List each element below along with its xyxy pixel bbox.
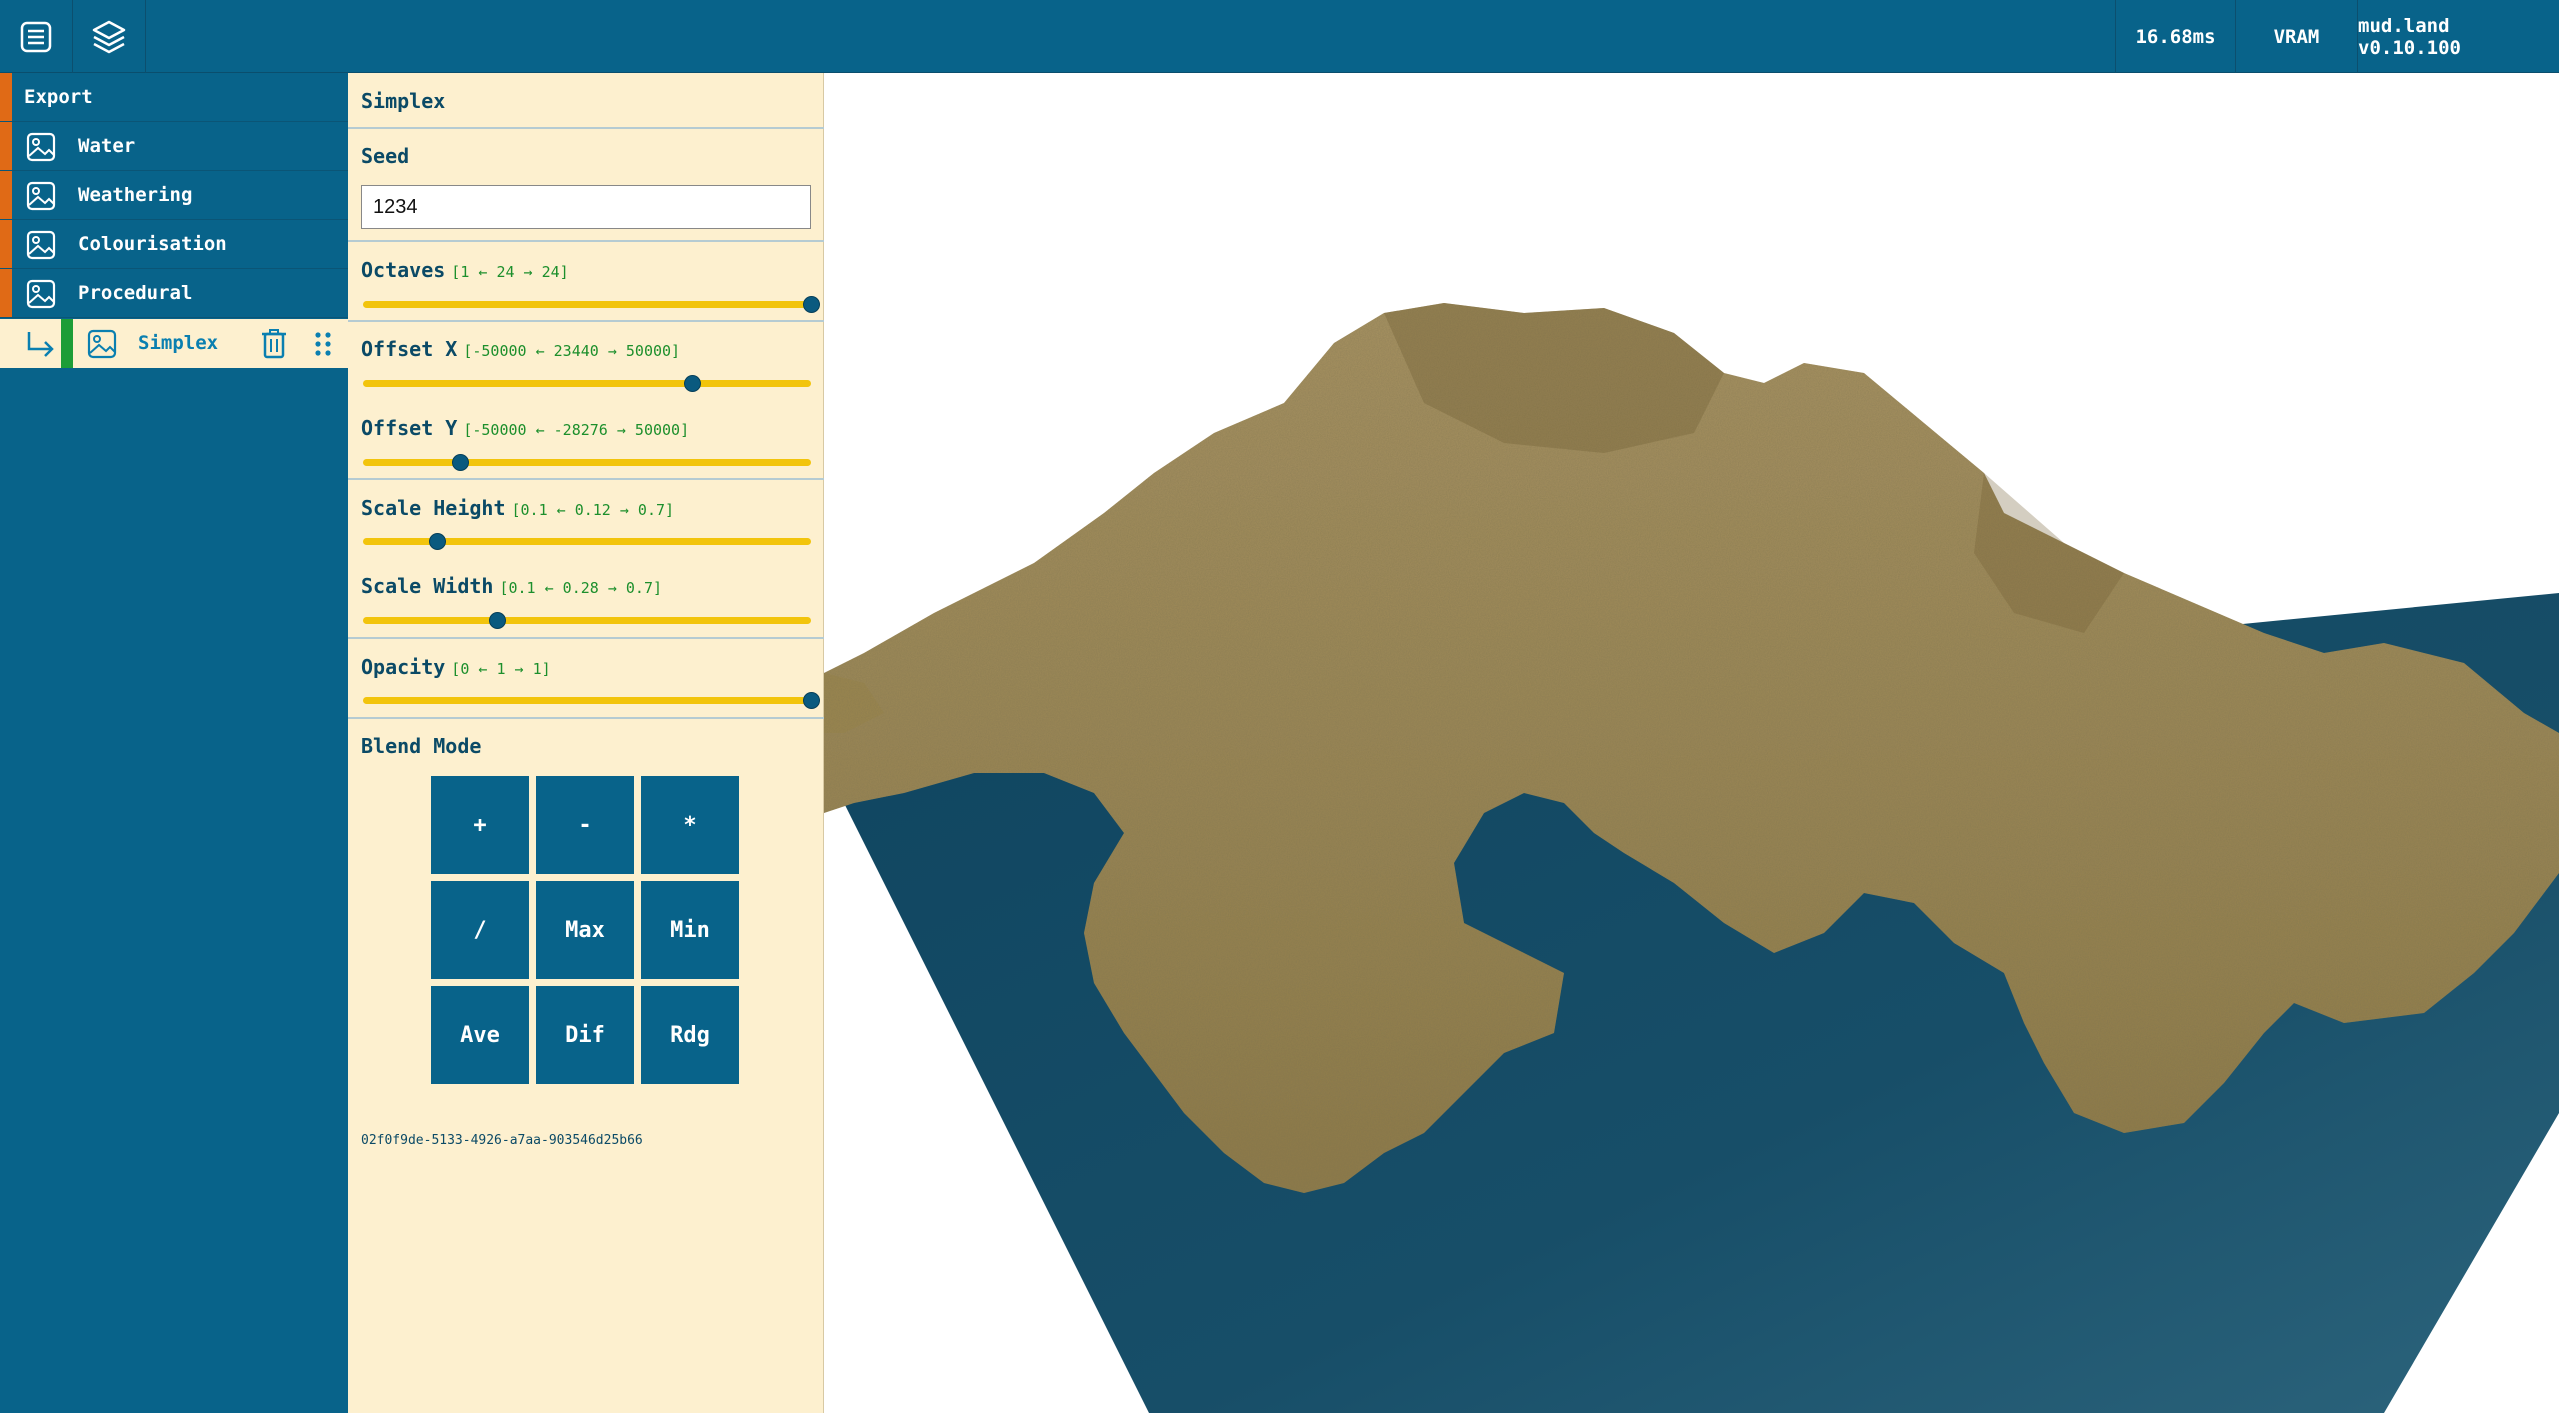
layer-label: Colourisation [78, 233, 227, 255]
vram-button[interactable]: VRAM [2235, 0, 2357, 73]
image-icon [26, 230, 56, 260]
layers-button[interactable] [73, 0, 146, 73]
layer-label: Simplex [138, 332, 219, 354]
octaves-label: Octaves [1 ← 24 → 24] [361, 258, 569, 282]
layer-water[interactable]: Water [0, 122, 348, 171]
scale-height-slider[interactable] [363, 533, 811, 550]
blend-mode-grid: + - * / Max Min Ave Dif Rdg [431, 776, 749, 1093]
offset-y-label: Offset Y [-50000 ← -28276 → 50000] [361, 416, 689, 440]
opacity-range: [0 ← 1 → 1] [451, 660, 551, 678]
slider-knob[interactable] [802, 296, 820, 313]
layer-label: Export [24, 86, 93, 108]
opacity-slider[interactable] [363, 692, 820, 709]
octaves-range: [1 ← 24 → 24] [451, 263, 569, 281]
slider-knob[interactable] [451, 454, 469, 471]
terrain-viewport[interactable] [824, 73, 2559, 1413]
offset-x-range: [-50000 ← 23440 → 50000] [463, 342, 681, 360]
slider-knob[interactable] [488, 612, 506, 629]
octaves-slider[interactable] [363, 296, 820, 313]
blend-subtract-button[interactable]: - [536, 776, 634, 874]
blend-mode-label: Blend Mode [361, 734, 482, 758]
image-icon [26, 279, 56, 309]
seed-input[interactable] [361, 185, 811, 229]
scale-width-label-text: Scale Width [361, 574, 494, 598]
offset-x-label: Offset X [-50000 ← 23440 → 50000] [361, 337, 680, 361]
layer-uuid: 02f0f9de-5133-4926-a7aa-903546d25b66 [361, 1133, 643, 1148]
scale-height-range: [0.1 ← 0.12 → 0.7] [511, 501, 675, 519]
blend-max-button[interactable]: Max [536, 881, 634, 979]
offset-y-slider[interactable] [363, 454, 811, 471]
offset-y-range: [-50000 ← -28276 → 50000] [463, 421, 690, 439]
slider-knob[interactable] [683, 375, 701, 392]
scale-height-label-text: Scale Height [361, 496, 506, 520]
offset-x-slider[interactable] [363, 375, 811, 392]
panel-title: Simplex [361, 89, 446, 113]
slider-knob[interactable] [802, 692, 820, 709]
terrain-render [824, 303, 2559, 1413]
top-toolbar: 16.68ms VRAM mud.land v0.10.100 [0, 0, 2559, 73]
properties-panel: Simplex Seed Octaves [1 ← 24 → 24] Offset… [348, 73, 824, 1413]
blend-ridge-button[interactable]: Rdg [641, 986, 739, 1084]
opacity-label-text: Opacity [361, 655, 446, 679]
image-icon [26, 132, 56, 162]
layer-stripe [0, 269, 12, 317]
offset-x-label-text: Offset X [361, 337, 458, 361]
frame-time: 16.68ms [2115, 0, 2235, 73]
layer-export[interactable]: Export [0, 73, 348, 122]
blend-multiply-button[interactable]: * [641, 776, 739, 874]
menu-button[interactable] [0, 0, 73, 73]
image-icon [87, 329, 117, 359]
blend-add-button[interactable]: + [431, 776, 529, 874]
blend-min-button[interactable]: Min [641, 881, 739, 979]
scale-width-slider[interactable] [363, 612, 811, 629]
octaves-section [348, 242, 824, 322]
layers-icon [92, 20, 126, 53]
layer-label: Weathering [78, 184, 193, 206]
image-icon [26, 181, 56, 211]
layer-stripe [0, 171, 12, 219]
menu-list-icon [20, 21, 52, 52]
drag-handle-icon[interactable] [313, 330, 333, 358]
return-arrow-icon [27, 332, 54, 357]
scale-width-label: Scale Width [0.1 ← 0.28 → 0.7] [361, 574, 662, 598]
layer-stripe [61, 319, 73, 368]
version-label: mud.land v0.10.100 [2357, 0, 2559, 73]
layer-weathering[interactable]: Weathering [0, 171, 348, 220]
layer-stripe [0, 73, 12, 121]
blend-divide-button[interactable]: / [431, 881, 529, 979]
octaves-label-text: Octaves [361, 258, 446, 282]
offset-y-label-text: Offset Y [361, 416, 458, 440]
scale-width-range: [0.1 ← 0.28 → 0.7] [499, 579, 663, 597]
layer-procedural[interactable]: Procedural [0, 269, 348, 318]
layer-label: Water [78, 135, 136, 157]
trash-icon[interactable] [259, 328, 289, 360]
layer-colourisation[interactable]: Colourisation [0, 220, 348, 269]
layer-stripe [0, 220, 12, 268]
blend-difference-button[interactable]: Dif [536, 986, 634, 1084]
blend-average-button[interactable]: Ave [431, 986, 529, 1084]
layer-simplex[interactable]: Simplex [0, 319, 348, 368]
opacity-label: Opacity [0 ← 1 → 1] [361, 655, 551, 679]
layer-list: Export Water Weathering Colourisation Pr… [0, 73, 348, 1413]
scale-height-label: Scale Height [0.1 ← 0.12 → 0.7] [361, 496, 674, 520]
panel-header: Simplex [348, 73, 824, 129]
opacity-section [348, 639, 824, 719]
seed-label: Seed [361, 144, 410, 168]
layer-label: Procedural [78, 282, 193, 304]
layer-stripe [0, 122, 12, 170]
